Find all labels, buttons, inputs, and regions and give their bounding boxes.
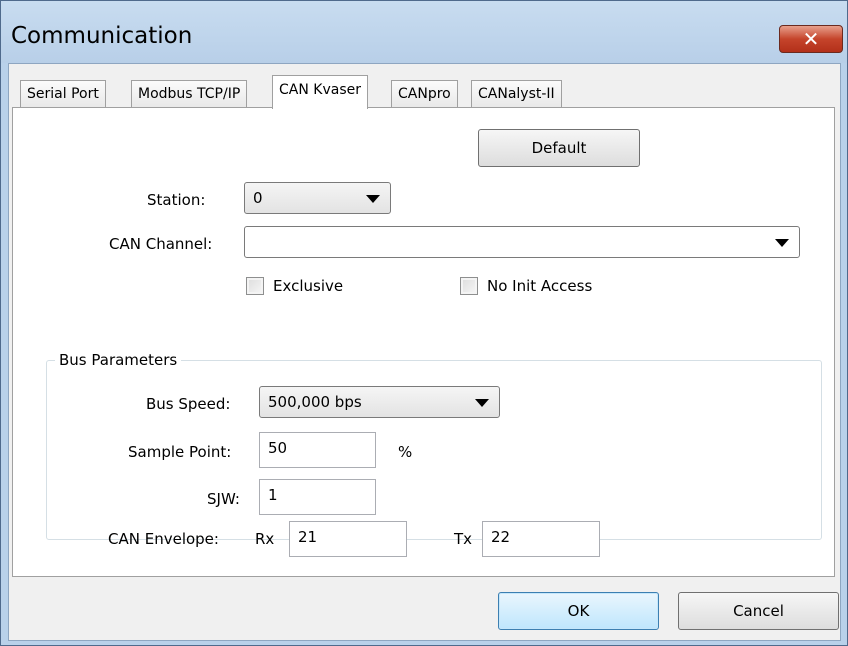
chevron-down-icon bbox=[366, 195, 380, 203]
close-button[interactable]: ✕ bbox=[779, 25, 843, 53]
sample-point-input[interactable]: 50 bbox=[259, 432, 376, 468]
can-channel-label: CAN Channel: bbox=[109, 235, 213, 253]
rx-value: 21 bbox=[298, 528, 318, 546]
station-select[interactable]: 0 bbox=[244, 182, 391, 214]
rx-input[interactable]: 21 bbox=[289, 521, 407, 557]
can-kvaser-panel: Default Station: 0 CAN Channel: Exclusiv… bbox=[12, 107, 835, 577]
tx-value: 22 bbox=[491, 528, 511, 546]
bus-speed-value: 500,000 bps bbox=[268, 393, 362, 411]
cancel-button[interactable]: Cancel bbox=[678, 592, 839, 630]
cancel-button-label: Cancel bbox=[733, 602, 784, 620]
exclusive-checkbox[interactable] bbox=[246, 277, 264, 295]
chevron-down-icon bbox=[775, 239, 789, 247]
sample-point-unit: % bbox=[398, 443, 413, 461]
tab-canpro[interactable]: CANpro bbox=[391, 80, 458, 108]
no-init-access-label[interactable]: No Init Access bbox=[487, 277, 592, 295]
bus-speed-select[interactable]: 500,000 bps bbox=[259, 386, 500, 418]
sjw-input[interactable]: 1 bbox=[259, 479, 376, 515]
exclusive-label[interactable]: Exclusive bbox=[273, 277, 343, 295]
bus-parameters-title: Bus Parameters bbox=[55, 351, 182, 369]
no-init-access-checkbox[interactable] bbox=[460, 277, 478, 295]
bus-parameters-group: Bus Parameters Bus Speed: 500,000 bps Sa… bbox=[46, 351, 822, 540]
default-button-label: Default bbox=[531, 139, 587, 157]
tab-label: Modbus TCP/IP bbox=[138, 86, 241, 102]
rx-label: Rx bbox=[255, 530, 275, 548]
sjw-label: SJW: bbox=[207, 490, 240, 508]
tab-can-kvaser[interactable]: CAN Kvaser bbox=[272, 75, 368, 109]
tab-serial-port[interactable]: Serial Port bbox=[20, 80, 106, 108]
chevron-down-icon bbox=[475, 399, 489, 407]
tab-canalyst-ii[interactable]: CANalyst-II bbox=[471, 80, 562, 108]
sample-point-label: Sample Point: bbox=[128, 443, 232, 461]
tx-label: Tx bbox=[454, 530, 473, 548]
sample-point-value: 50 bbox=[268, 439, 288, 457]
close-icon: ✕ bbox=[802, 27, 820, 51]
tab-label: Serial Port bbox=[27, 86, 99, 102]
title-bar[interactable]: Communication ✕ bbox=[1, 1, 847, 63]
tab-modbus-tcp-ip[interactable]: Modbus TCP/IP bbox=[131, 80, 248, 108]
station-label: Station: bbox=[147, 191, 206, 209]
tx-input[interactable]: 22 bbox=[482, 521, 600, 557]
bus-speed-label: Bus Speed: bbox=[146, 395, 231, 413]
window-title: Communication bbox=[11, 23, 193, 49]
tab-label: CANpro bbox=[398, 86, 451, 102]
can-channel-select[interactable] bbox=[244, 226, 800, 258]
dialog-client-area: Serial Port Modbus TCP/IP CAN Kvaser CAN… bbox=[8, 63, 841, 641]
communication-dialog: Communication ✕ Serial Port Modbus TCP/I… bbox=[0, 0, 848, 646]
tab-label: CAN Kvaser bbox=[279, 82, 361, 98]
sjw-value: 1 bbox=[268, 486, 278, 504]
ok-button-label: OK bbox=[567, 602, 590, 620]
ok-button[interactable]: OK bbox=[498, 592, 659, 630]
tab-label: CANalyst-II bbox=[478, 86, 555, 102]
station-value: 0 bbox=[253, 189, 263, 207]
can-envelope-label: CAN Envelope: bbox=[108, 530, 219, 548]
default-button[interactable]: Default bbox=[478, 129, 640, 167]
